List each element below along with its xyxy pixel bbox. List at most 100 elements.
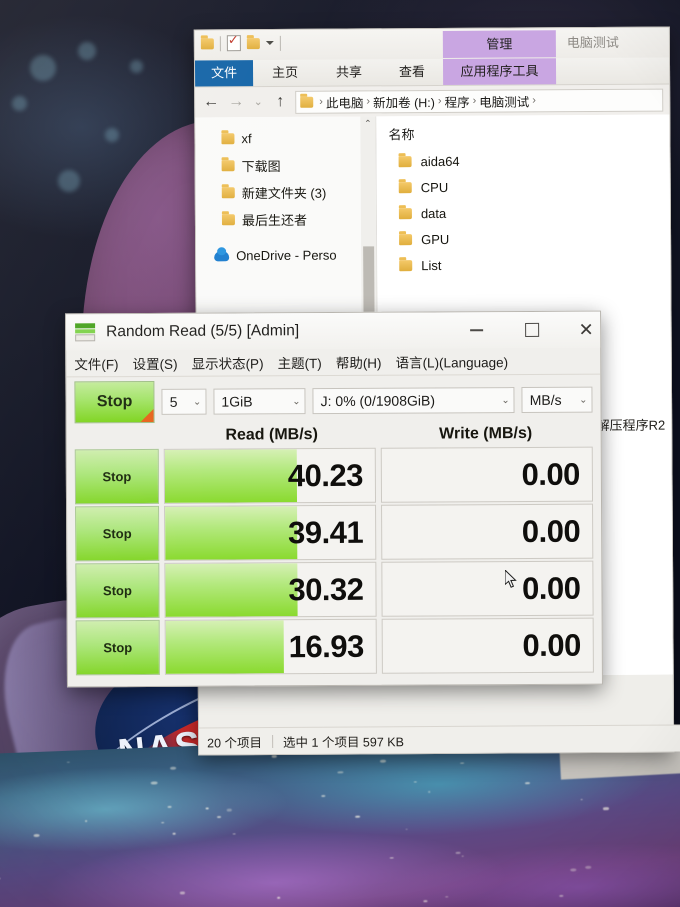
cdm-title-bar[interactable]: Random Read (5/5) [Admin] ✕	[66, 312, 600, 351]
write-value: 0.00	[522, 570, 581, 606]
target-drive-select[interactable]: J: 0% (0/1908GiB) ⌄	[313, 387, 515, 414]
maximize-icon[interactable]	[510, 312, 554, 348]
folder-icon[interactable]	[201, 38, 214, 49]
nav-item-label: 下载图	[242, 156, 281, 175]
chevron-down-icon: ⌄	[501, 395, 509, 406]
ribbon-tab-share[interactable]: 共享	[317, 59, 381, 85]
nav-item-label: 最后生还者	[242, 210, 307, 229]
read-progress-bar	[166, 620, 284, 674]
explorer-address-row[interactable]: ← → ⌄ ↑ › 此电脑 › 新加卷 (H:) › 程序 › 电脑测试 ›	[195, 85, 669, 118]
folder-icon	[399, 182, 412, 193]
chevron-down-icon: ⌄	[193, 396, 201, 407]
cdm-column-headers: Read (MB/s) Write (MB/s)	[67, 421, 601, 450]
menu-item-theme[interactable]: 主题(T)	[277, 352, 321, 372]
write-value: 0.00	[521, 456, 580, 492]
menu-item-settings[interactable]: 设置(S)	[132, 353, 177, 373]
chevron-down-icon: ⌄	[579, 394, 587, 405]
folder-icon	[222, 160, 235, 171]
explorer-title-bar[interactable]: 管理 电脑测试	[195, 28, 669, 61]
row-stop-button[interactable]: Stop	[75, 449, 159, 504]
column-header-name[interactable]: 名称	[376, 121, 669, 149]
status-item-count: 20 个项目	[207, 732, 262, 751]
breadcrumb[interactable]: › 此电脑 › 新加卷 (H:) › 程序 › 电脑测试 ›	[295, 88, 663, 113]
menu-item-display-status[interactable]: 显示状态(P)	[191, 352, 263, 372]
close-icon[interactable]: ✕	[564, 312, 608, 348]
mouse-cursor	[505, 570, 518, 589]
cdm-window-title: Random Read (5/5) [Admin]	[106, 322, 299, 341]
list-item-label: data	[421, 205, 446, 220]
cdm-toolbar[interactable]: Stop 5 ⌄ 1GiB ⌄ J: 0% (0/1908GiB) ⌄ MB/s…	[66, 375, 600, 424]
test-size-select[interactable]: 1GiB ⌄	[213, 388, 305, 414]
nav-item-onedrive[interactable]: OneDrive - Perso	[196, 241, 376, 269]
test-count-select[interactable]: 5 ⌄	[162, 389, 207, 415]
folder-icon	[300, 96, 313, 107]
list-item-label: CPU	[421, 179, 449, 194]
chevron-down-icon[interactable]	[266, 41, 274, 45]
row-stop-button[interactable]: Stop	[76, 620, 160, 675]
ribbon-tab-home[interactable]: 主页	[253, 60, 317, 86]
folder-icon	[399, 208, 412, 219]
cdm-menu-bar[interactable]: 文件(F) 设置(S) 显示状态(P) 主题(T) 帮助(H) 语言(L)(La…	[66, 348, 600, 378]
row-stop-button[interactable]: Stop	[75, 506, 159, 561]
list-item-label: aida64	[421, 153, 460, 168]
list-item[interactable]: aida64	[377, 147, 670, 175]
crystaldiskmark-window[interactable]: Random Read (5/5) [Admin] ✕ 文件(F) 设置(S) …	[65, 311, 603, 688]
chevron-down-icon: ⌄	[292, 396, 300, 407]
row-stop-button[interactable]: Stop	[75, 563, 159, 618]
write-value: 0.00	[522, 627, 581, 663]
nav-item-new-folder-3[interactable]: 新建文件夹 (3)	[196, 178, 376, 206]
nav-item-xf[interactable]: xf	[195, 124, 375, 152]
read-progress-bar	[165, 449, 298, 503]
list-item[interactable]: CPU	[377, 173, 670, 201]
cloud-icon	[214, 251, 229, 261]
explorer-status-bar: 20 个项目 选中 1 个项目 597 KB	[199, 724, 680, 754]
list-item-label: List	[421, 257, 441, 272]
up-button[interactable]: ↑	[270, 92, 290, 112]
write-value: 0.00	[522, 513, 581, 549]
list-item[interactable]: GPU	[377, 225, 670, 253]
minimize-icon[interactable]	[454, 312, 498, 348]
list-item[interactable]: data	[377, 199, 670, 227]
menu-item-language[interactable]: 语言(L)(Language)	[395, 351, 508, 372]
crystaldiskmark-icon	[75, 323, 95, 341]
forward-button[interactable]: →	[226, 92, 246, 112]
explorer-ribbon-tabs[interactable]: 文件 主页 共享 查看 应用程序工具	[195, 58, 669, 88]
breadcrumb-part-programs[interactable]: 程序	[445, 91, 470, 110]
breadcrumb-part-pc-test[interactable]: 电脑测试	[479, 91, 529, 110]
test-count-value: 5	[170, 394, 178, 410]
nav-item-label: 新建文件夹 (3)	[242, 183, 327, 203]
folder-icon	[399, 260, 412, 271]
scroll-up-icon[interactable]: ⌃	[360, 116, 375, 131]
breadcrumb-separator: ›	[319, 96, 323, 108]
list-item[interactable]: List	[377, 251, 670, 279]
menu-item-file[interactable]: 文件(F)	[74, 353, 118, 373]
read-result-cell: 39.41	[164, 505, 376, 561]
quick-access-toolbar[interactable]	[201, 35, 281, 51]
back-button[interactable]: ←	[201, 92, 221, 112]
status-selection-info: 选中 1 个项目 597 KB	[283, 731, 404, 751]
menu-item-help[interactable]: 帮助(H)	[336, 352, 382, 372]
write-result-cell: 0.00	[381, 504, 593, 560]
recent-locations-button[interactable]: ⌄	[251, 92, 265, 112]
unit-select[interactable]: MB/s ⌄	[522, 387, 593, 413]
folder-icon	[222, 214, 235, 225]
read-value: 16.93	[289, 628, 364, 664]
nav-item-downloads-images[interactable]: 下载图	[196, 151, 376, 179]
properties-checkmark-icon[interactable]	[227, 35, 241, 51]
breadcrumb-separator-4: ›	[532, 94, 536, 106]
ribbon-tab-application-tools[interactable]: 应用程序工具	[443, 58, 556, 85]
breadcrumb-separator-1: ›	[366, 95, 370, 107]
breadcrumb-part-this-pc[interactable]: 此电脑	[326, 92, 364, 111]
all-stop-button[interactable]: Stop	[74, 381, 154, 423]
cdm-icon-base	[75, 334, 95, 341]
folder-icon	[222, 187, 235, 198]
ribbon-tab-view[interactable]: 查看	[381, 59, 443, 85]
column-header-read: Read (MB/s)	[165, 426, 379, 445]
qat-separator-2	[280, 35, 281, 50]
ribbon-tab-file[interactable]: 文件	[195, 60, 253, 86]
new-folder-icon[interactable]	[247, 38, 260, 49]
cdm-icon-top-bar	[75, 323, 95, 328]
breadcrumb-part-volume-h[interactable]: 新加卷 (H:)	[373, 91, 435, 110]
nav-item-last-of-us[interactable]: 最后生还者	[196, 205, 376, 233]
read-result-cell: 40.23	[164, 448, 376, 504]
